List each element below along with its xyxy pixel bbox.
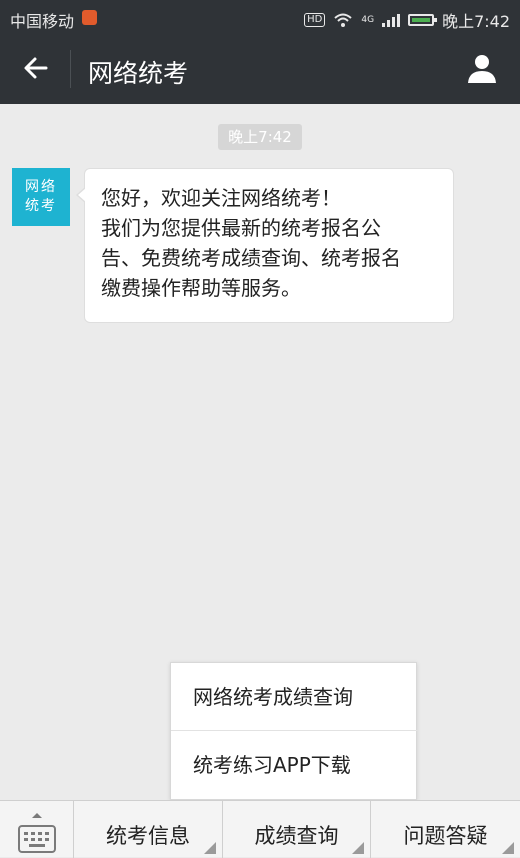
signal-icon: [382, 13, 401, 27]
menu-tab-exam-info[interactable]: 统考信息: [74, 801, 223, 858]
caret-up-icon: [32, 813, 42, 818]
menu-tab-score-query[interactable]: 成绩查询: [223, 801, 371, 858]
user-profile-icon[interactable]: [466, 52, 498, 84]
avatar-text-line2: 统考: [25, 198, 57, 214]
header-bar: 网络统考: [0, 34, 520, 104]
battery-icon: [408, 14, 438, 26]
wifi-icon: [334, 13, 353, 27]
submenu-item-score-query[interactable]: 网络统考成绩查询: [171, 663, 418, 731]
page-title: 网络统考: [88, 59, 189, 88]
message-bubble[interactable]: 您好，欢迎关注网络统考！ 我们为您提供最新的统考报名公 告、免费统考成绩查询、统…: [76, 168, 454, 323]
keyboard-icon: [18, 825, 56, 853]
header-divider: [70, 50, 71, 88]
carrier-name: 中国移动: [10, 12, 75, 31]
keyboard-toggle-button[interactable]: [0, 801, 74, 858]
back-arrow-icon[interactable]: [20, 52, 52, 84]
status-icons: HD 4G 晚上7:42: [304, 8, 510, 32]
clock: 晚上7:42: [442, 12, 510, 31]
carrier-app-icon: [82, 10, 97, 25]
message-line: 我们为您提供最新的统考报名公: [101, 216, 381, 240]
message-line: 您好，欢迎关注网络统考！: [101, 186, 341, 210]
message-line: 缴费操作帮助等服务。: [101, 276, 301, 300]
message-line: 告、免费统考成绩查询、统考报名: [101, 246, 401, 270]
message-timestamp: 晚上7:42: [218, 124, 302, 150]
submenu-popup: 网络统考成绩查询 统考练习APP下载: [170, 662, 418, 800]
account-avatar[interactable]: 网络 统考: [12, 168, 70, 226]
bottom-menu-bar: 统考信息 成绩查询 问题答疑: [0, 800, 520, 858]
submenu-item-app-download[interactable]: 统考练习APP下载: [171, 731, 418, 799]
hd-icon: HD: [304, 13, 326, 27]
network-type: 4G: [361, 15, 375, 25]
avatar-text-line1: 网络: [25, 179, 57, 195]
status-bar: 中国移动 HD 4G 晚上7:42: [0, 0, 520, 34]
menu-tab-qa[interactable]: 问题答疑: [371, 801, 520, 858]
